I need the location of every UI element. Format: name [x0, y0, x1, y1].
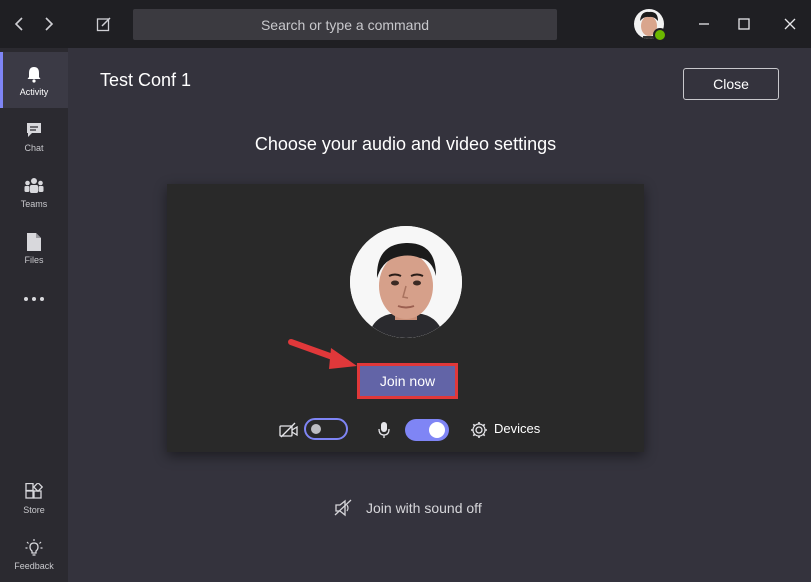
microphone-toggle[interactable] — [405, 419, 449, 441]
store-icon — [23, 481, 45, 503]
gear-icon[interactable] — [469, 420, 489, 440]
status-available-icon — [653, 28, 667, 42]
teams-icon — [23, 175, 45, 197]
title-bar: Search or type a command — [0, 0, 811, 48]
maximize-button[interactable] — [730, 10, 758, 38]
devices-label[interactable]: Devices — [494, 421, 540, 436]
rail-item-activity[interactable]: Activity — [0, 52, 68, 108]
rail-item-files[interactable]: Files — [0, 220, 68, 276]
compose-icon[interactable] — [92, 12, 116, 36]
minimize-button[interactable] — [690, 10, 718, 38]
prejoin-card: Join now Devices — [167, 184, 644, 452]
rail-item-label: Activity — [19, 87, 49, 97]
forward-icon[interactable] — [36, 12, 60, 36]
camera-toggle[interactable] — [304, 418, 348, 440]
join-now-button[interactable]: Join now — [360, 366, 455, 396]
join-sound-off-link[interactable]: Join with sound off — [334, 498, 482, 518]
more-icon — [23, 288, 45, 310]
settings-heading: Choose your audio and video settings — [254, 134, 557, 154]
close-window-button[interactable] — [776, 10, 804, 38]
rail-item-label: Store — [23, 505, 45, 515]
rail-item-teams[interactable]: Teams — [0, 164, 68, 220]
user-avatar — [350, 226, 462, 338]
rail-item-label: Files — [24, 255, 44, 265]
microphone-icon — [375, 420, 393, 440]
file-icon — [23, 231, 45, 253]
back-icon[interactable] — [8, 12, 32, 36]
bell-icon — [23, 63, 45, 85]
close-button[interactable]: Close — [683, 68, 779, 100]
camera-off-icon — [279, 420, 299, 440]
annotation-arrow-icon — [288, 339, 357, 369]
rail-item-store[interactable]: Store — [0, 470, 68, 526]
search-input[interactable]: Search or type a command — [133, 9, 557, 40]
meeting-title: Test Conf 1 — [100, 70, 192, 90]
app-rail: Activity Chat Teams Files Store Feedback — [0, 48, 68, 582]
feedback-icon — [23, 537, 45, 559]
rail-item-more[interactable] — [0, 272, 68, 328]
rail-item-feedback[interactable]: Feedback — [0, 526, 68, 582]
rail-item-label: Teams — [20, 199, 48, 209]
profile-avatar[interactable] — [634, 9, 667, 42]
sound-off-label: Join with sound off — [366, 500, 482, 516]
speaker-muted-icon — [334, 498, 354, 518]
rail-item-label: Feedback — [14, 561, 54, 571]
search-placeholder: Search or type a command — [260, 16, 430, 33]
